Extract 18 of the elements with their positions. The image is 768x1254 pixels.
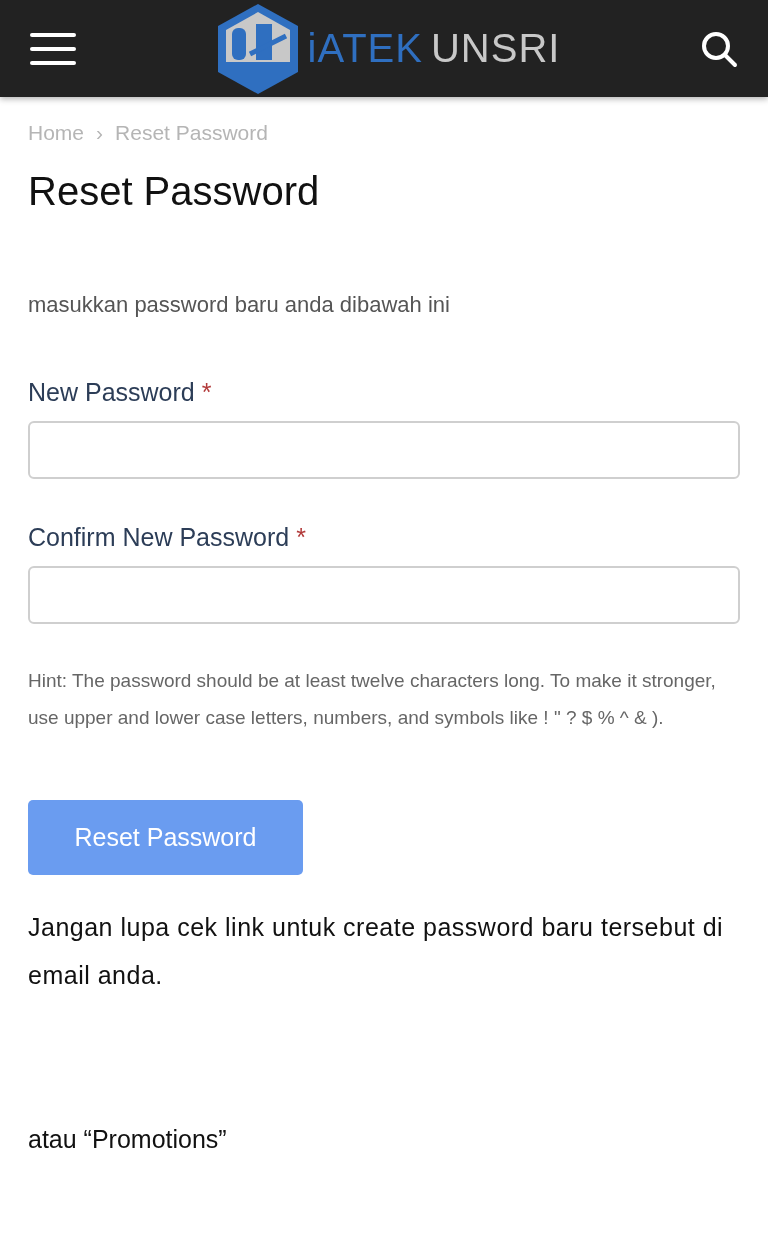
hexagon-logo-icon xyxy=(215,1,300,96)
search-icon[interactable] xyxy=(700,29,738,68)
page-title: Reset Password xyxy=(28,169,321,214)
reset-password-button[interactable]: Reset Password xyxy=(28,800,303,875)
logo-text: iATEK xyxy=(307,26,423,71)
promotions-text: atau “Promotions” xyxy=(28,1125,228,1154)
intro-text: masukkan password baru anda dibawah ini xyxy=(28,292,451,318)
breadcrumb-separator: › xyxy=(96,121,104,145)
breadcrumb-link[interactable]: Home xyxy=(28,121,85,145)
menu-icon[interactable] xyxy=(30,30,76,67)
note-text: Jangan lupa cek link untuk create password baru tersebut di email anda. xyxy=(28,912,725,991)
breadcrumb-link[interactable]: Reset Password xyxy=(115,121,268,145)
password-field[interactable] xyxy=(28,566,740,624)
logo-text: UNSRI xyxy=(430,26,561,71)
field-label: New Password * xyxy=(28,378,213,407)
field-label: Confirm New Password * xyxy=(28,523,307,552)
password-hint: Hint: The password should be at least twelve characters long. To make it stronger, use upper and lower case letters, numbers, and symbols like ! " ? $ % ^ & ). xyxy=(28,669,717,730)
password-field[interactable] xyxy=(28,421,740,479)
